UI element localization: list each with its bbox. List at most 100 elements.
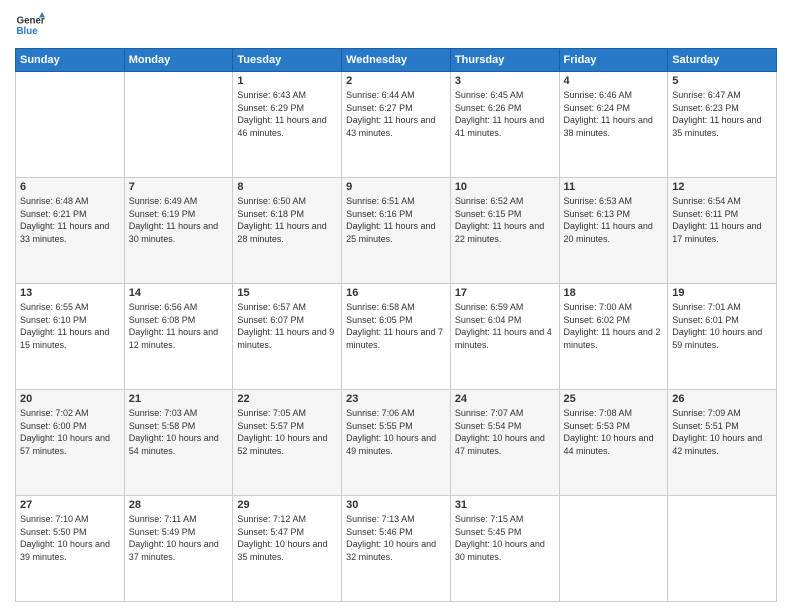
day-number: 17 (455, 287, 555, 299)
logo: General Blue (15, 10, 45, 40)
cell-sun-info: Sunrise: 7:10 AM Sunset: 5:50 PM Dayligh… (20, 513, 120, 563)
page: General Blue SundayMondayTuesdayWednesda… (0, 0, 792, 612)
cell-sun-info: Sunrise: 7:09 AM Sunset: 5:51 PM Dayligh… (672, 407, 772, 457)
day-number: 12 (672, 181, 772, 193)
calendar-cell: 3 Sunrise: 6:45 AM Sunset: 6:26 PM Daylig… (450, 72, 559, 178)
calendar-cell: 15 Sunrise: 6:57 AM Sunset: 6:07 PM Dayli… (233, 284, 342, 390)
calendar-cell: 4Sunrise: 6:46 AM Sunset: 6:24 PM Daylig… (559, 72, 668, 178)
cell-sun-info: Sunrise: 6:58 AM Sunset: 6:05 PM Dayligh… (346, 301, 446, 351)
day-number: 28 (129, 499, 229, 511)
cell-sun-info: Sunrise: 6:49 AM Sunset: 6:19 PM Dayligh… (129, 195, 229, 245)
day-number: 26 (672, 393, 772, 405)
calendar-cell: 21Sunrise: 7:03 AM Sunset: 5:58 PM Dayli… (124, 390, 233, 496)
cell-sun-info: Sunrise: 6:55 AM Sunset: 6:10 PM Dayligh… (20, 301, 120, 351)
cell-sun-info: Sunrise: 7:13 AM Sunset: 5:46 PM Dayligh… (346, 513, 446, 563)
cell-sun-info: Sunrise: 7:00 AM Sunset: 6:02 PM Dayligh… (564, 301, 664, 351)
weekday-header: Tuesday (233, 49, 342, 72)
calendar-cell: 11 Sunrise: 6:53 AM Sunset: 6:13 PM Dayli… (559, 178, 668, 284)
day-number: 1 (237, 75, 337, 87)
weekday-header-row: SundayMondayTuesdayWednesdayThursdayFrid… (16, 49, 777, 72)
cell-sun-info: Sunrise: 7:01 AM Sunset: 6:01 PM Dayligh… (672, 301, 772, 351)
day-number: 22 (237, 393, 337, 405)
day-number: 8 (237, 181, 337, 193)
cell-sun-info: Sunrise: 7:15 AM Sunset: 5:45 PM Dayligh… (455, 513, 555, 563)
day-number: 19 (672, 287, 772, 299)
logo-icon: General Blue (15, 10, 45, 40)
cell-sun-info: Sunrise: 7:11 AM Sunset: 5:49 PM Dayligh… (129, 513, 229, 563)
day-number: 7 (129, 181, 229, 193)
day-number: 13 (20, 287, 120, 299)
calendar-cell (668, 496, 777, 602)
calendar-week-row: 27 Sunrise: 7:10 AM Sunset: 5:50 PM Dayli… (16, 496, 777, 602)
day-number: 4 (564, 75, 664, 87)
calendar-cell: 7 Sunrise: 6:49 AM Sunset: 6:19 PM Daylig… (124, 178, 233, 284)
day-number: 25 (564, 393, 664, 405)
calendar-cell: 19 Sunrise: 7:01 AM Sunset: 6:01 PM Dayli… (668, 284, 777, 390)
day-number: 30 (346, 499, 446, 511)
day-number: 15 (237, 287, 337, 299)
calendar-cell: 17Sunrise: 6:59 AM Sunset: 6:04 PM Dayli… (450, 284, 559, 390)
day-number: 3 (455, 75, 555, 87)
calendar-cell: 12 Sunrise: 6:54 AM Sunset: 6:11 PM Dayli… (668, 178, 777, 284)
calendar-week-row: 6 Sunrise: 6:48 AM Sunset: 6:21 PM Daylig… (16, 178, 777, 284)
calendar-cell: 24 Sunrise: 7:07 AM Sunset: 5:54 PM Dayli… (450, 390, 559, 496)
calendar-cell: 18Sunrise: 7:00 AM Sunset: 6:02 PM Dayli… (559, 284, 668, 390)
calendar-cell: 27 Sunrise: 7:10 AM Sunset: 5:50 PM Dayli… (16, 496, 125, 602)
calendar-cell: 5 Sunrise: 6:47 AM Sunset: 6:23 PM Daylig… (668, 72, 777, 178)
cell-sun-info: Sunrise: 7:08 AM Sunset: 5:53 PM Dayligh… (564, 407, 664, 457)
calendar-cell (559, 496, 668, 602)
calendar-cell: 26 Sunrise: 7:09 AM Sunset: 5:51 PM Dayli… (668, 390, 777, 496)
cell-sun-info: Sunrise: 6:43 AM Sunset: 6:29 PM Dayligh… (237, 89, 337, 139)
cell-sun-info: Sunrise: 7:12 AM Sunset: 5:47 PM Dayligh… (237, 513, 337, 563)
cell-sun-info: Sunrise: 6:44 AM Sunset: 6:27 PM Dayligh… (346, 89, 446, 139)
cell-sun-info: Sunrise: 6:50 AM Sunset: 6:18 PM Dayligh… (237, 195, 337, 245)
day-number: 10 (455, 181, 555, 193)
cell-sun-info: Sunrise: 6:45 AM Sunset: 6:26 PM Dayligh… (455, 89, 555, 139)
day-number: 20 (20, 393, 120, 405)
cell-sun-info: Sunrise: 7:05 AM Sunset: 5:57 PM Dayligh… (237, 407, 337, 457)
calendar-cell: 9 Sunrise: 6:51 AM Sunset: 6:16 PM Daylig… (342, 178, 451, 284)
day-number: 11 (564, 181, 664, 193)
calendar-cell: 25 Sunrise: 7:08 AM Sunset: 5:53 PM Dayli… (559, 390, 668, 496)
cell-sun-info: Sunrise: 6:51 AM Sunset: 6:16 PM Dayligh… (346, 195, 446, 245)
cell-sun-info: Sunrise: 6:48 AM Sunset: 6:21 PM Dayligh… (20, 195, 120, 245)
calendar-cell: 14 Sunrise: 6:56 AM Sunset: 6:08 PM Dayli… (124, 284, 233, 390)
cell-sun-info: Sunrise: 6:56 AM Sunset: 6:08 PM Dayligh… (129, 301, 229, 351)
calendar-cell: 6 Sunrise: 6:48 AM Sunset: 6:21 PM Daylig… (16, 178, 125, 284)
weekday-header: Friday (559, 49, 668, 72)
cell-sun-info: Sunrise: 6:47 AM Sunset: 6:23 PM Dayligh… (672, 89, 772, 139)
day-number: 27 (20, 499, 120, 511)
day-number: 2 (346, 75, 446, 87)
svg-text:Blue: Blue (17, 26, 39, 37)
day-number: 5 (672, 75, 772, 87)
calendar-week-row: 20 Sunrise: 7:02 AM Sunset: 6:00 PM Dayli… (16, 390, 777, 496)
calendar-cell: 2 Sunrise: 6:44 AM Sunset: 6:27 PM Daylig… (342, 72, 451, 178)
calendar-cell: 20 Sunrise: 7:02 AM Sunset: 6:00 PM Dayli… (16, 390, 125, 496)
calendar-cell (124, 72, 233, 178)
day-number: 6 (20, 181, 120, 193)
weekday-header: Sunday (16, 49, 125, 72)
day-number: 21 (129, 393, 229, 405)
day-number: 23 (346, 393, 446, 405)
weekday-header: Wednesday (342, 49, 451, 72)
calendar-cell: 29Sunrise: 7:12 AM Sunset: 5:47 PM Dayli… (233, 496, 342, 602)
cell-sun-info: Sunrise: 6:57 AM Sunset: 6:07 PM Dayligh… (237, 301, 337, 351)
cell-sun-info: Sunrise: 6:52 AM Sunset: 6:15 PM Dayligh… (455, 195, 555, 245)
weekday-header: Thursday (450, 49, 559, 72)
cell-sun-info: Sunrise: 7:07 AM Sunset: 5:54 PM Dayligh… (455, 407, 555, 457)
cell-sun-info: Sunrise: 7:02 AM Sunset: 6:00 PM Dayligh… (20, 407, 120, 457)
cell-sun-info: Sunrise: 6:54 AM Sunset: 6:11 PM Dayligh… (672, 195, 772, 245)
calendar-week-row: 1 Sunrise: 6:43 AM Sunset: 6:29 PM Daylig… (16, 72, 777, 178)
day-number: 14 (129, 287, 229, 299)
weekday-header: Saturday (668, 49, 777, 72)
calendar-cell: 23Sunrise: 7:06 AM Sunset: 5:55 PM Dayli… (342, 390, 451, 496)
header: General Blue (15, 10, 777, 40)
weekday-header: Monday (124, 49, 233, 72)
day-number: 31 (455, 499, 555, 511)
cell-sun-info: Sunrise: 6:53 AM Sunset: 6:13 PM Dayligh… (564, 195, 664, 245)
calendar-cell: 31 Sunrise: 7:15 AM Sunset: 5:45 PM Dayli… (450, 496, 559, 602)
calendar-cell: 28 Sunrise: 7:11 AM Sunset: 5:49 PM Dayli… (124, 496, 233, 602)
calendar-week-row: 13 Sunrise: 6:55 AM Sunset: 6:10 PM Dayli… (16, 284, 777, 390)
day-number: 24 (455, 393, 555, 405)
day-number: 9 (346, 181, 446, 193)
